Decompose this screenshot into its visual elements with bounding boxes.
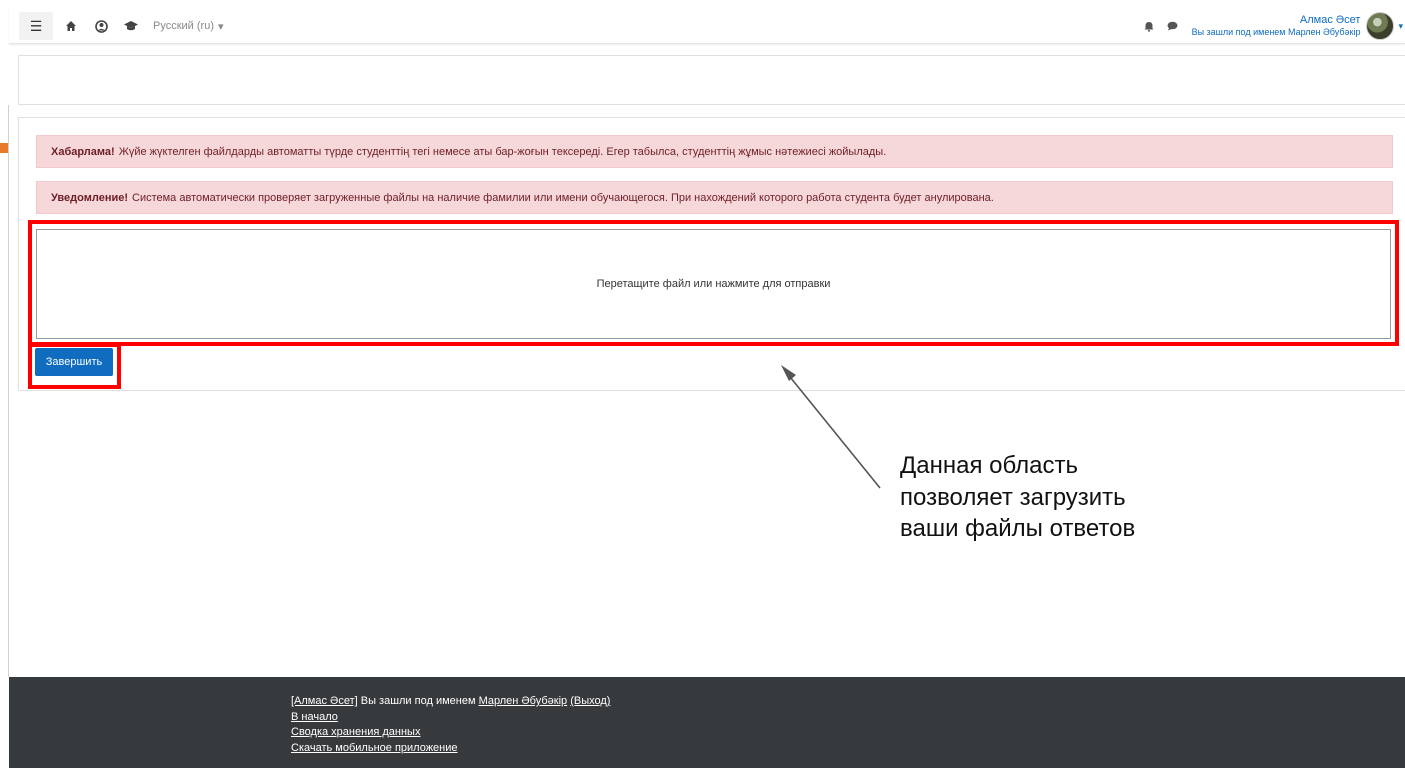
footer-login-user-link[interactable]: Марлен Әбубәкір	[479, 695, 568, 707]
navbar-left: ☰ Русский (ru) ▾	[9, 8, 224, 44]
orange-accent-mark	[0, 143, 8, 153]
alert-kazakh: Хабарлама! Жүйе жүктелген файлдарды авто…	[36, 135, 1393, 168]
courses-graduation-cap-icon[interactable]	[119, 12, 143, 40]
user-menu-chevron-down-icon[interactable]: ▾	[1398, 21, 1403, 32]
finish-button-highlight-frame	[28, 343, 121, 389]
footer-user-link[interactable]: [Алмас Әсет]	[291, 695, 358, 707]
alert-kazakh-text: Жүйе жүктелген файлдарды автоматты түрде…	[118, 145, 887, 158]
annotation-text: Данная область позволяет загрузить ваши …	[900, 450, 1135, 545]
notifications-bell-icon[interactable]	[1140, 21, 1158, 32]
footer-mobile-app-link[interactable]: Скачать мобильное приложение	[291, 742, 458, 754]
alert-russian-label: Уведомление!	[51, 191, 128, 204]
footer-login-info: [Алмас Әсет] Вы зашли под именем Марлен …	[291, 694, 610, 710]
footer-content: [Алмас Әсет] Вы зашли под именем Марлен …	[291, 694, 610, 756]
logged-in-as-text: Вы зашли под именем Марлен Әбубәкір	[1191, 27, 1361, 38]
chevron-down-icon: ▾	[217, 20, 224, 33]
alert-russian-text: Система автоматически проверяет загружен…	[132, 191, 994, 204]
page-footer: [Алмас Әсет] Вы зашли под именем Марлен …	[9, 677, 1405, 768]
left-divider	[8, 105, 9, 677]
home-icon[interactable]	[59, 12, 83, 40]
annotation-line-1: Данная область	[900, 452, 1078, 479]
top-navbar: ☰ Русский (ru) ▾ Алмас Әсет Вы зашли под…	[9, 8, 1405, 44]
annotation-line-3: ваши файлы ответов	[900, 515, 1136, 543]
user-avatar[interactable]	[1366, 12, 1395, 40]
footer-data-retention-link[interactable]: Сводка хранения данных	[291, 726, 420, 738]
language-label: Русский (ru)	[153, 20, 214, 32]
dashboard-icon[interactable]	[89, 12, 113, 40]
page-header-card	[18, 55, 1405, 105]
alert-kazakh-label: Хабарлама!	[51, 145, 115, 158]
alert-russian: Уведомление! Система автоматически прове…	[36, 181, 1393, 214]
dropzone-highlight-frame	[28, 220, 1399, 346]
user-name: Алмас Әсет	[1299, 14, 1361, 26]
user-menu[interactable]: Алмас Әсет Вы зашли под именем Марлен Әб…	[1192, 14, 1361, 38]
navbar-right: Алмас Әсет Вы зашли под именем Марлен Әб…	[1140, 8, 1405, 44]
hamburger-menu-icon[interactable]: ☰	[19, 12, 53, 40]
messages-chat-icon[interactable]	[1164, 21, 1182, 31]
footer-logout-link[interactable]: (Выход)	[570, 695, 610, 707]
annotation-line-2: позволяет загрузить	[900, 483, 1126, 511]
footer-login-text: Вы зашли под именем	[357, 695, 479, 707]
footer-home-link[interactable]: В начало	[291, 711, 338, 723]
language-selector[interactable]: Русский (ru) ▾	[153, 20, 224, 33]
